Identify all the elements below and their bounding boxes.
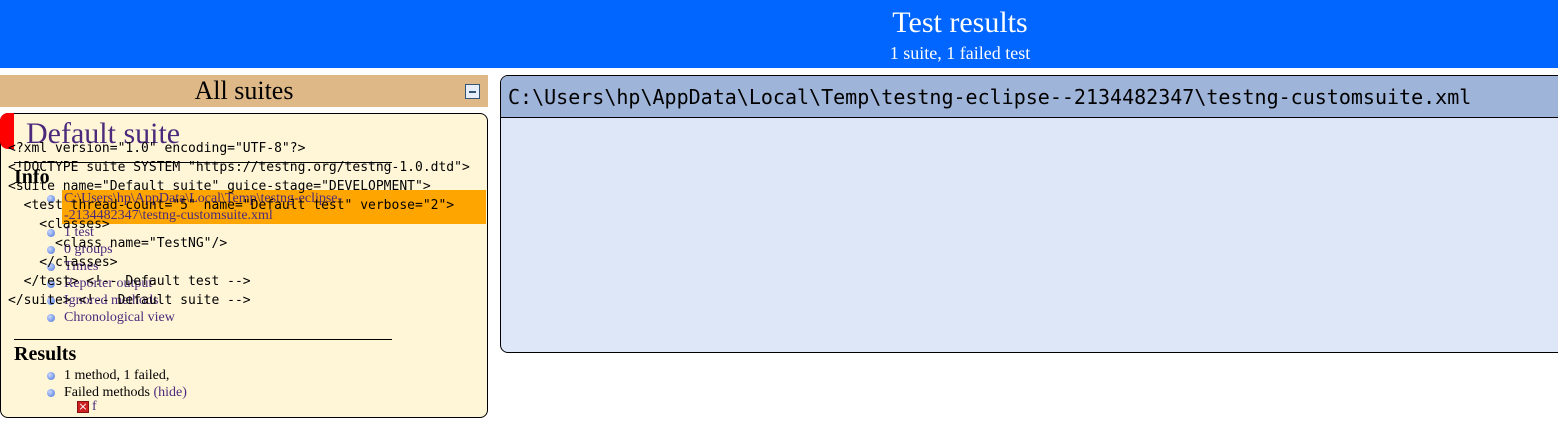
xml-file-path: C:\Users\hp\AppData\Local\Temp\testng-ec… <box>501 76 1558 118</box>
navigator-header: All suites <box>0 75 488 107</box>
failed-methods-label: Failed methods <box>64 385 150 400</box>
bullet-icon <box>47 389 55 397</box>
failed-method-link[interactable]: f <box>92 399 97 415</box>
xml-panel: C:\Users\hp\AppData\Local\Temp\testng-ec… <box>500 75 1558 353</box>
bullet-icon <box>47 314 55 322</box>
info-item-chronological-view[interactable]: Chronological view <box>64 309 175 326</box>
failed-methods-row: Failed methods (hide) <box>64 384 187 401</box>
page-title: Test results <box>892 6 1028 39</box>
hide-failed-methods-link[interactable]: (hide) <box>153 385 186 400</box>
page-subtitle: 1 suite, 1 failed test <box>889 43 1031 63</box>
results-heading: Results <box>14 343 77 365</box>
xml-content: <?xml version="1.0" encoding="UTF-8"?> <… <box>8 141 470 308</box>
divider <box>14 339 392 340</box>
results-summary: 1 method, 1 failed, <box>64 368 170 383</box>
bullet-icon <box>47 372 55 380</box>
failed-x-icon: × <box>77 400 89 413</box>
collapse-icon[interactable] <box>465 84 480 99</box>
top-banner: Test results 1 suite, 1 failed test <box>0 0 1558 68</box>
